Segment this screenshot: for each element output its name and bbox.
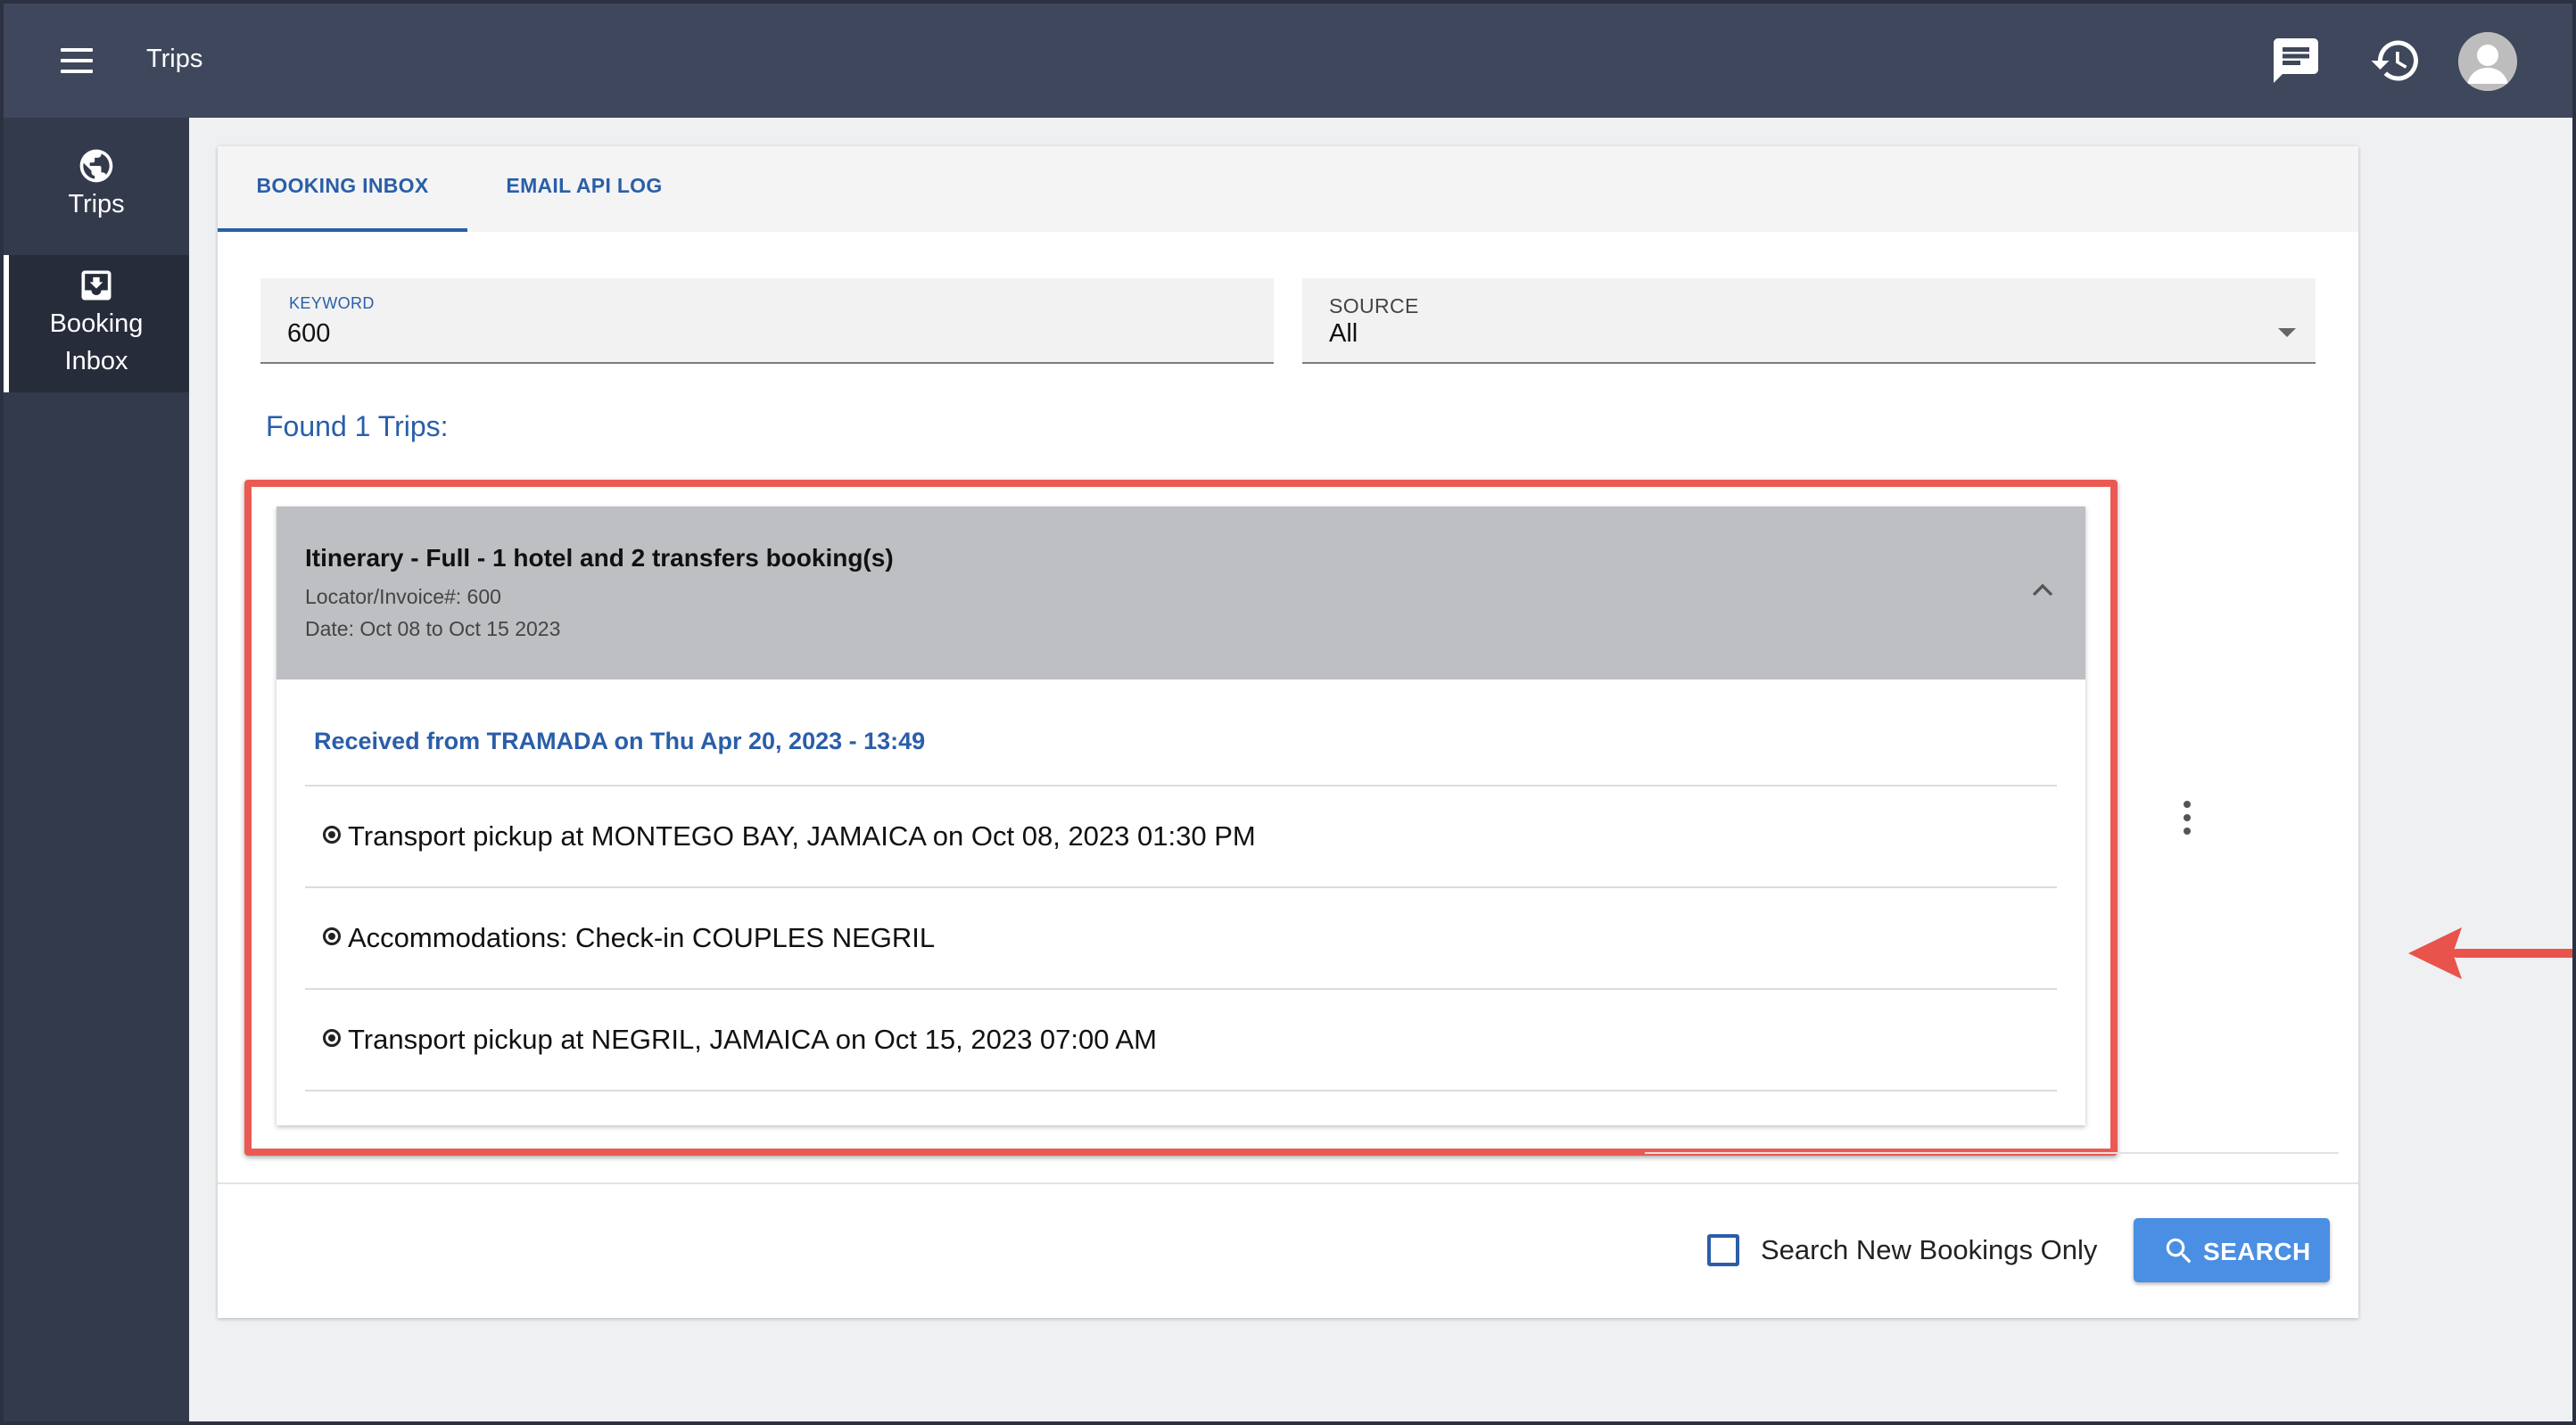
new-bookings-label[interactable]: Search New Bookings Only [1761, 1234, 2097, 1266]
trip-item-text: Transport pickup at NEGRIL, JAMAICA on O… [348, 1024, 1157, 1055]
trip-item[interactable]: Transport pickup at MONTEGO BAY, JAMAICA… [305, 785, 2057, 886]
radio-bullet-icon [323, 1029, 341, 1047]
trip-item[interactable]: Accommodations: Check-in COUPLES NEGRIL [305, 886, 2057, 988]
tab-booking-inbox[interactable]: BOOKING INBOX [218, 146, 467, 232]
keyword-field[interactable]: KEYWORD [260, 278, 1274, 364]
trip-date: Date: Oct 08 to Oct 15 2023 [305, 617, 561, 640]
trip-title: Itinerary - Full - 1 hotel and 2 transfe… [305, 544, 894, 572]
search-button[interactable]: SEARCH [2134, 1218, 2330, 1282]
radio-bullet-icon [323, 826, 341, 844]
radio-bullet-icon [323, 927, 341, 945]
keyword-label: KEYWORD [289, 294, 375, 312]
side-nav: Trips Booking Inbox [4, 118, 189, 1421]
nav-label-inbox: Inbox [64, 347, 128, 375]
search-button-label: SEARCH [2203, 1238, 2311, 1265]
globe-icon [79, 149, 113, 183]
more-options-icon[interactable] [2176, 799, 2198, 836]
app-title: Trips [146, 45, 203, 73]
divider [1645, 1152, 2339, 1154]
main-card: BOOKING INBOX EMAIL API LOG KEYWORD SOUR… [218, 146, 2572, 1318]
dropdown-arrow-icon [2278, 328, 2296, 337]
menu-icon[interactable] [59, 43, 95, 78]
history-icon[interactable] [2369, 34, 2423, 87]
app-bar: Trips [4, 4, 2572, 118]
app-frame: Trips Trips Booking Inbox BOOKING INBOX … [4, 4, 2572, 1421]
search-icon [2166, 1238, 2192, 1264]
chevron-up-icon[interactable] [2025, 572, 2060, 608]
tab-bar: BOOKING INBOX EMAIL API LOG [218, 146, 2358, 232]
source-select[interactable]: SOURCE All [1302, 278, 2316, 364]
new-bookings-checkbox[interactable] [1707, 1234, 1739, 1266]
trip-panel: Itinerary - Full - 1 hotel and 2 transfe… [277, 507, 2085, 1125]
pointer-arrow-icon [2408, 927, 2572, 979]
nav-item-trips[interactable]: Trips [4, 146, 189, 244]
source-value: All [1329, 319, 1358, 348]
results-count: Found 1 Trips: [266, 410, 449, 442]
trip-item[interactable]: Transport pickup at NEGRIL, JAMAICA on O… [305, 988, 2057, 1090]
nav-label-trips: Trips [68, 190, 125, 218]
trip-item-text: Transport pickup at MONTEGO BAY, JAMAICA… [348, 820, 1256, 852]
source-label: SOURCE [1329, 294, 1419, 317]
received-info: Received from TRAMADA on Thu Apr 20, 202… [314, 728, 926, 754]
keyword-input[interactable] [287, 319, 1233, 349]
trip-panel-header[interactable]: Itinerary - Full - 1 hotel and 2 transfe… [277, 507, 2085, 680]
nav-label-booking: Booking [49, 309, 144, 338]
avatar[interactable] [2458, 32, 2517, 91]
card-footer: Search New Bookings Only SEARCH [218, 1182, 2358, 1318]
inbox-download-icon [81, 270, 111, 301]
trip-item-text: Accommodations: Check-in COUPLES NEGRIL [348, 922, 936, 953]
list-divider [305, 1090, 2057, 1091]
nav-item-booking-inbox[interactable]: Booking Inbox [4, 255, 189, 392]
chat-icon[interactable] [2269, 34, 2323, 87]
tab-email-api-log[interactable]: EMAIL API LOG [467, 146, 701, 232]
trip-locator: Locator/Invoice#: 600 [305, 585, 501, 608]
